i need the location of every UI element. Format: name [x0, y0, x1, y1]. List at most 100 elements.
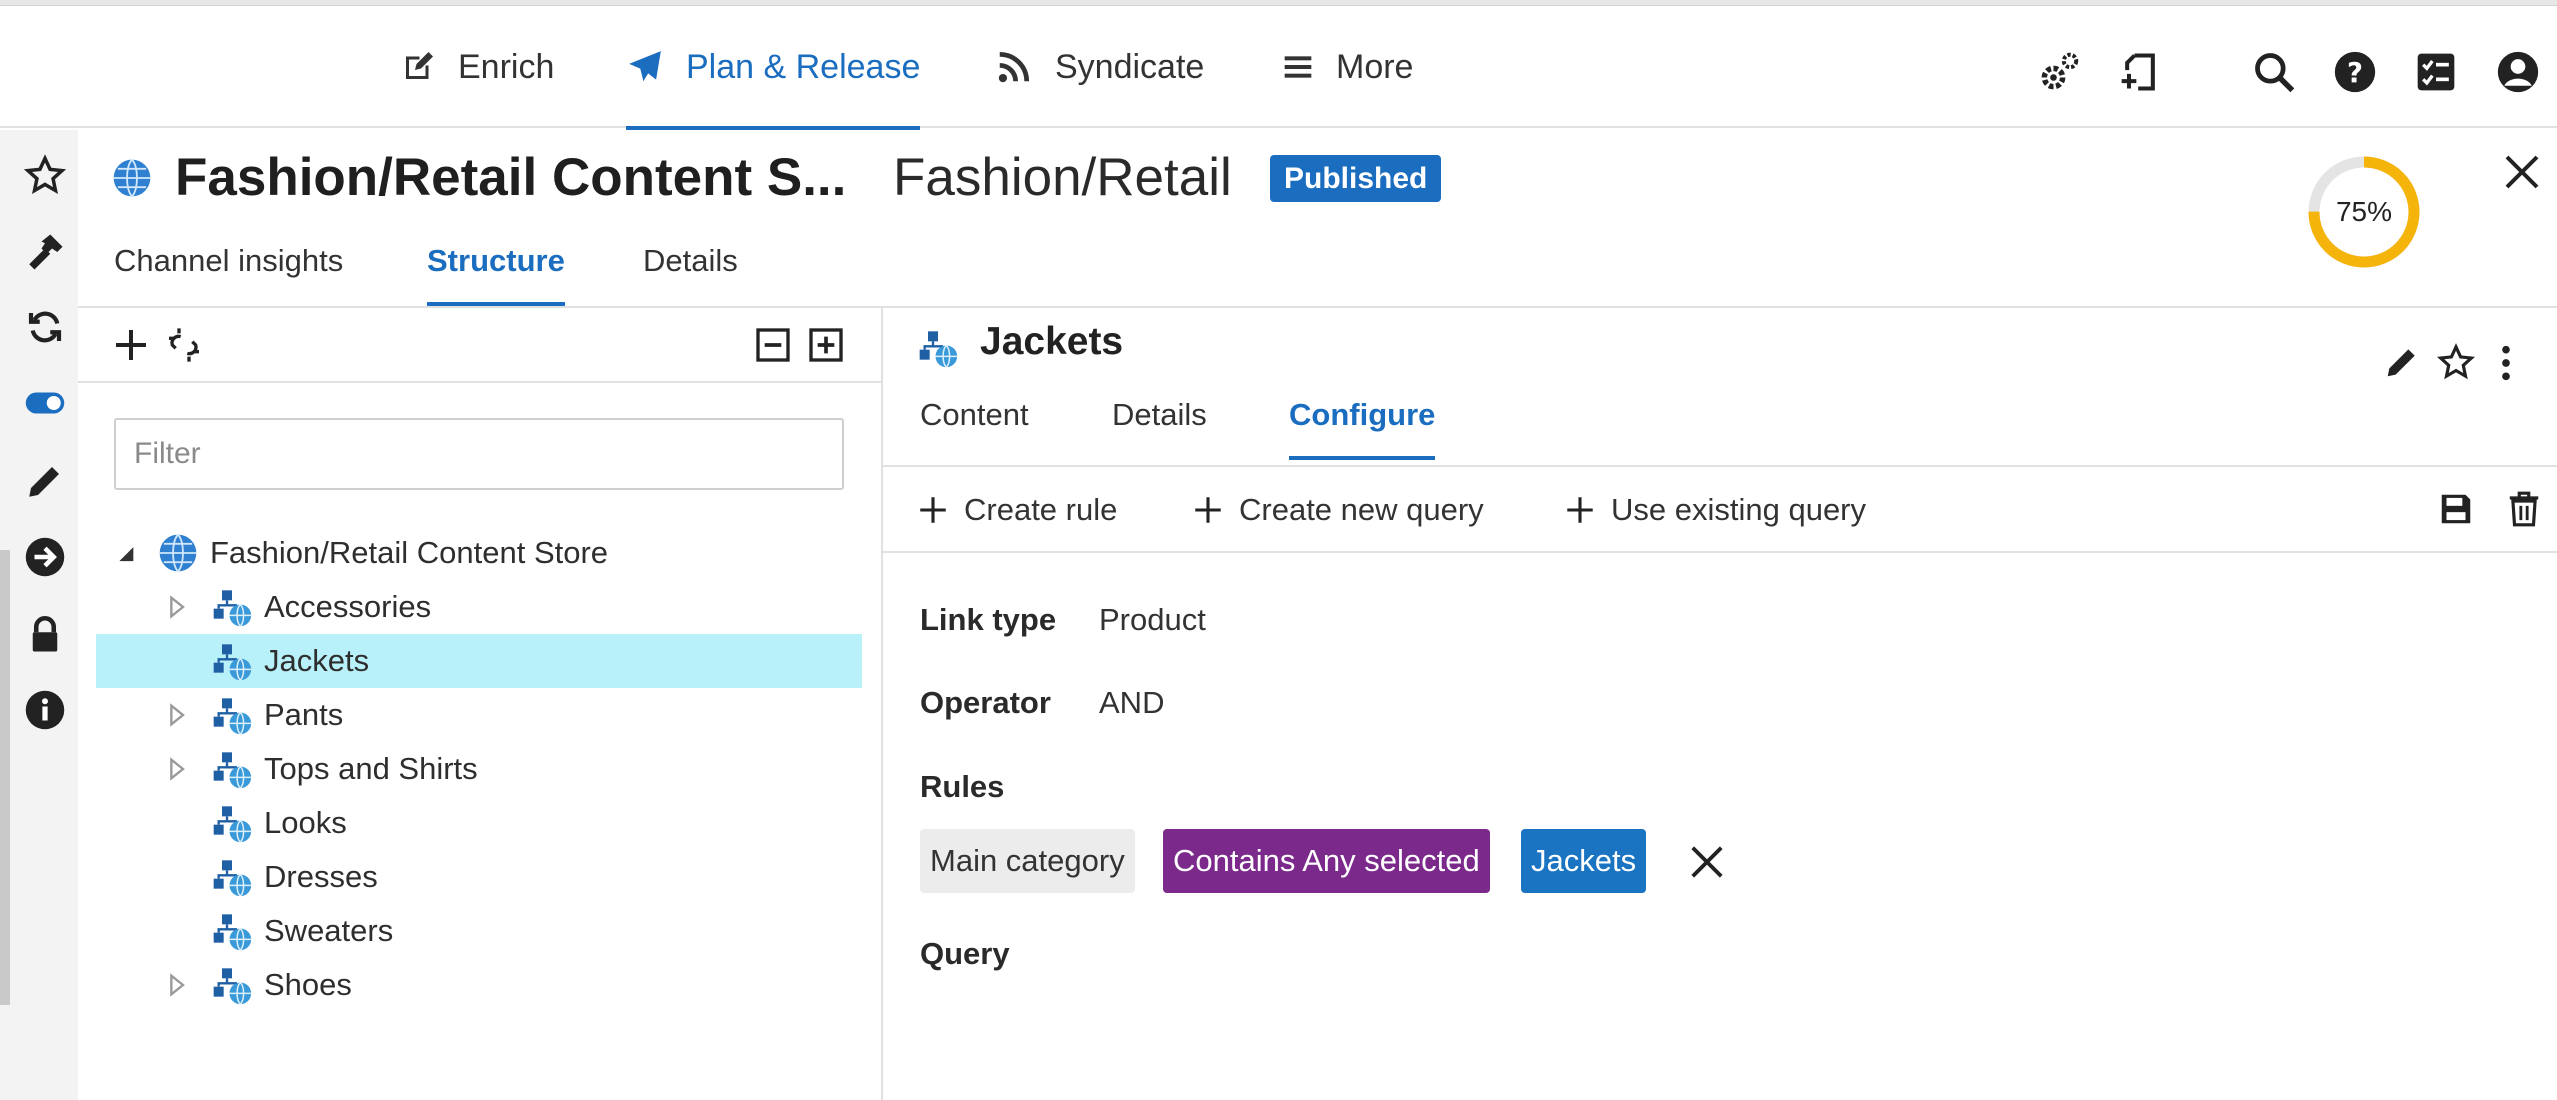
globe-icon [112, 158, 152, 198]
header-divider [78, 306, 2557, 308]
arrow-circle-right-icon[interactable] [24, 536, 66, 578]
user-icon[interactable] [2496, 50, 2540, 94]
plus-icon [1191, 493, 1225, 527]
category-node-icon [918, 328, 958, 368]
page-title: Fashion/Retail Content S... [175, 148, 847, 207]
tree-item-tops-and-shirts[interactable]: Tops and Shirts [96, 742, 862, 796]
expand-all-icon[interactable] [806, 325, 846, 365]
button-label: Use existing query [1611, 492, 1867, 527]
tree-item-label: Looks [264, 805, 347, 840]
pencil-icon[interactable] [2383, 343, 2423, 383]
nav-item-plan-release[interactable]: Plan & Release [626, 6, 921, 130]
category-node-icon [212, 803, 252, 843]
caret-right-icon[interactable] [162, 755, 190, 783]
pencil-icon[interactable] [24, 460, 66, 502]
tree-root-label: Fashion/Retail Content Store [210, 535, 609, 570]
caret-down-icon[interactable] [110, 539, 138, 567]
tree-item-pants[interactable]: Pants [96, 688, 862, 742]
create-new-query-button[interactable]: Create new query [1191, 482, 1484, 538]
rail-scrollbar[interactable] [0, 550, 10, 1005]
rule-attribute-chip[interactable]: Main category [920, 829, 1135, 893]
tree-toolbar-divider [78, 381, 881, 383]
nav-item-label: Plan & Release [686, 47, 921, 86]
trash-icon[interactable] [2505, 490, 2545, 530]
tab-configure[interactable]: Configure [1289, 392, 1436, 460]
edit-square-icon [400, 49, 436, 85]
tree-item-dresses[interactable]: Dresses [96, 850, 862, 904]
lock-icon[interactable] [24, 613, 66, 655]
close-icon[interactable] [2502, 152, 2542, 192]
info-icon[interactable] [24, 689, 66, 731]
nav-item-enrich[interactable]: Enrich [400, 6, 554, 128]
nav-item-more[interactable]: More [1282, 6, 1413, 128]
actions-divider [883, 551, 2557, 553]
gears-icon[interactable] [2037, 50, 2081, 94]
completeness-label: 75% [2335, 196, 2393, 227]
tree-item-label: Dresses [264, 859, 378, 894]
rule-value-chip[interactable]: Jackets [1521, 829, 1647, 893]
create-rule-button[interactable]: Create rule [916, 482, 1117, 538]
sync-icon[interactable] [24, 306, 66, 348]
use-existing-query-button[interactable]: Use existing query [1563, 482, 1866, 538]
add-icon[interactable] [111, 325, 151, 365]
nav-item-label: More [1336, 47, 1414, 86]
plus-icon [1563, 493, 1597, 527]
query-label: Query [920, 936, 1010, 971]
nav-item-syndicate[interactable]: Syndicate [995, 6, 1204, 128]
hamburger-menu-icon [1282, 51, 1314, 83]
tree-item-label: Sweaters [264, 913, 394, 948]
tree-item-looks[interactable]: Looks [96, 796, 862, 850]
rule-condition-chip[interactable]: Contains Any selected [1163, 829, 1490, 893]
caret-right-icon[interactable] [162, 701, 190, 729]
detail-tabs: Content Details Configure [0, 392, 2557, 460]
category-node-icon [212, 749, 252, 789]
tab-channel-insights[interactable]: Channel insights [114, 238, 343, 306]
operator-label: Operator [920, 685, 1051, 720]
detail-title: Jackets [980, 320, 1124, 363]
category-node-icon [212, 857, 252, 897]
tab-structure[interactable]: Structure [427, 238, 565, 306]
collapse-all-icon[interactable] [753, 325, 793, 365]
tree-item-label: Jackets [264, 643, 370, 678]
search-icon[interactable] [2252, 50, 2296, 94]
detail-tabs-divider [883, 465, 2557, 467]
tree-item-shoes[interactable]: Shoes [96, 958, 862, 1012]
tree-root-row[interactable]: Fashion/Retail Content Store [96, 526, 862, 580]
rss-icon [995, 48, 1033, 86]
nav-item-label: Enrich [458, 47, 555, 86]
category-node-icon [212, 641, 252, 681]
add-document-icon[interactable] [2118, 50, 2162, 94]
more-vertical-icon[interactable] [2492, 343, 2520, 383]
tab-detail-details[interactable]: Details [1112, 392, 1207, 460]
button-label: Create rule [964, 492, 1118, 527]
tree-item-label: Accessories [264, 589, 432, 624]
tree-item-label: Pants [264, 697, 344, 732]
tree-item-sweaters[interactable]: Sweaters [96, 904, 862, 958]
top-navigation: Enrich Plan & Release Syndicate More ? [0, 6, 2557, 130]
tree-item-label: Shoes [264, 967, 352, 1002]
star-icon[interactable] [2437, 343, 2477, 383]
header-tabs: Channel insights Structure Details [0, 238, 900, 306]
category-node-icon [212, 965, 252, 1005]
category-node-icon [212, 587, 252, 627]
tasks-icon[interactable] [2414, 50, 2458, 94]
operator-value: AND [1099, 685, 1165, 720]
save-icon[interactable] [2437, 490, 2477, 530]
caret-right-icon[interactable] [162, 971, 190, 999]
plus-icon [916, 493, 950, 527]
caret-right-icon[interactable] [162, 593, 190, 621]
button-label: Create new query [1239, 492, 1484, 527]
help-icon[interactable]: ? [2333, 50, 2377, 94]
star-icon[interactable] [24, 154, 66, 196]
link-type-value: Product [1099, 602, 1206, 637]
tree-item-accessories[interactable]: Accessories [96, 580, 862, 634]
category-node-icon [212, 911, 252, 951]
tab-content[interactable]: Content [920, 392, 1029, 460]
tree-item-jackets[interactable]: Jackets [96, 634, 862, 688]
unlink-icon[interactable] [164, 325, 204, 365]
tab-details[interactable]: Details [643, 238, 738, 306]
nav-item-label: Syndicate [1055, 47, 1205, 86]
tree-item-label: Tops and Shirts [264, 751, 478, 786]
remove-rule-icon[interactable] [1688, 843, 1728, 883]
status-badge: Published [1270, 155, 1442, 202]
